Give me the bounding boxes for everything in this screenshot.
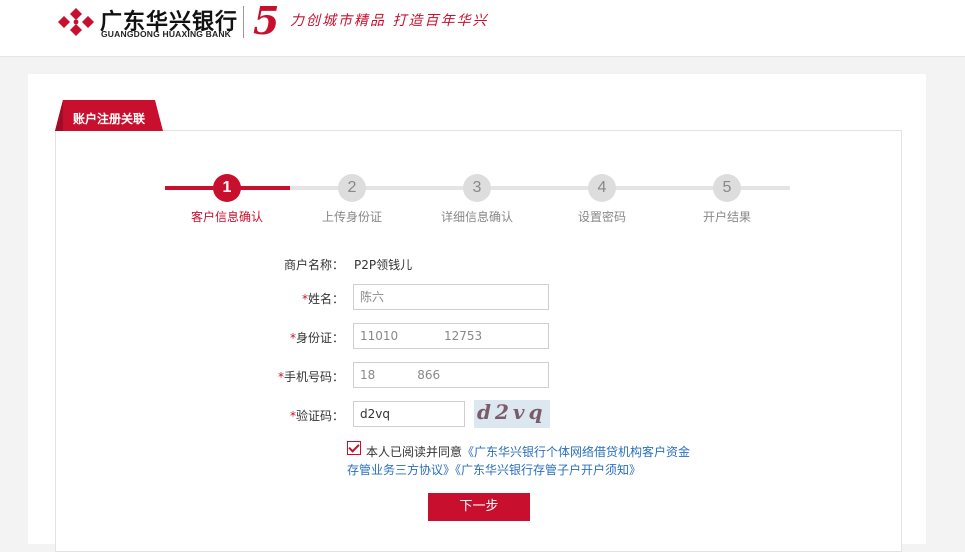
id-label-text: 身份证：: [295, 331, 344, 345]
phone-field[interactable]: 18 866: [353, 362, 549, 388]
id-number-field[interactable]: 11010 12753: [353, 323, 549, 349]
bank-name-en: GUANGDONG HUAXING BANK: [101, 29, 232, 39]
captcha-image[interactable]: d2vq: [474, 400, 550, 428]
captcha-label-text: 验证码：: [295, 409, 344, 423]
step-1-label: 客户信息确认: [190, 210, 263, 224]
name-field[interactable]: 陈六: [353, 284, 549, 310]
captcha-label: *验证码：: [194, 407, 344, 424]
captcha-field[interactable]: d2vq: [353, 401, 465, 427]
agreement-prefix: 本人已阅读并同意: [366, 445, 463, 459]
step-2-label: 上传身份证: [321, 210, 382, 224]
step-3-label: 详细信息确认: [440, 210, 513, 224]
phone-label: *手机号码：: [194, 368, 344, 385]
phone-label-text: 手机号码：: [283, 370, 344, 384]
step-2-circle: 2: [338, 174, 366, 202]
anniversary-mark: 5: [253, 0, 280, 43]
top-header: 广东华兴银行 GUANGDONG HUAXING BANK 5 力创城市精品 打…: [0, 0, 965, 57]
step-3-circle: 3: [463, 174, 491, 202]
logo-divider: [243, 6, 244, 38]
agreement-link-1a[interactable]: 《广东华兴银行个体网络借贷机构客户资金: [462, 445, 690, 459]
step-4-label: 设置密码: [577, 210, 626, 224]
agreement-text-line2: 存管业务三方协议》《广东华兴银行存管子户开户须知》: [347, 461, 641, 479]
merchant-value: P2P领钱儿: [354, 258, 413, 272]
merchant-label: 商户名称：: [283, 258, 344, 272]
captcha-image-text: d2vq: [477, 400, 547, 424]
tab-account-register[interactable]: 账户注册关联: [55, 100, 165, 131]
agreement-link-1b[interactable]: 存管业务三方协议》: [347, 463, 455, 477]
tab-label: 账户注册关联: [73, 112, 146, 126]
id-label: *身份证：: [194, 329, 344, 346]
step-1-circle: 1: [213, 174, 241, 202]
agree-checkbox[interactable]: [347, 441, 361, 455]
name-label: *姓名：: [194, 290, 344, 307]
name-label-text: 姓名：: [307, 292, 344, 306]
agreement-link-2[interactable]: 《广东华兴银行存管子户开户须知》: [455, 463, 641, 477]
bank-slogan: 力创城市精品 打造百年华兴: [290, 13, 489, 29]
agreement-text: 本人已阅读并同意《广东华兴银行个体网络借贷机构客户资金: [366, 443, 706, 461]
step-5-label: 开户结果: [702, 210, 751, 224]
step-5-circle: 5: [713, 174, 741, 202]
step-4-circle: 4: [588, 174, 616, 202]
next-step-button[interactable]: 下一步: [428, 493, 530, 521]
bank-logo-icon: [58, 8, 94, 36]
